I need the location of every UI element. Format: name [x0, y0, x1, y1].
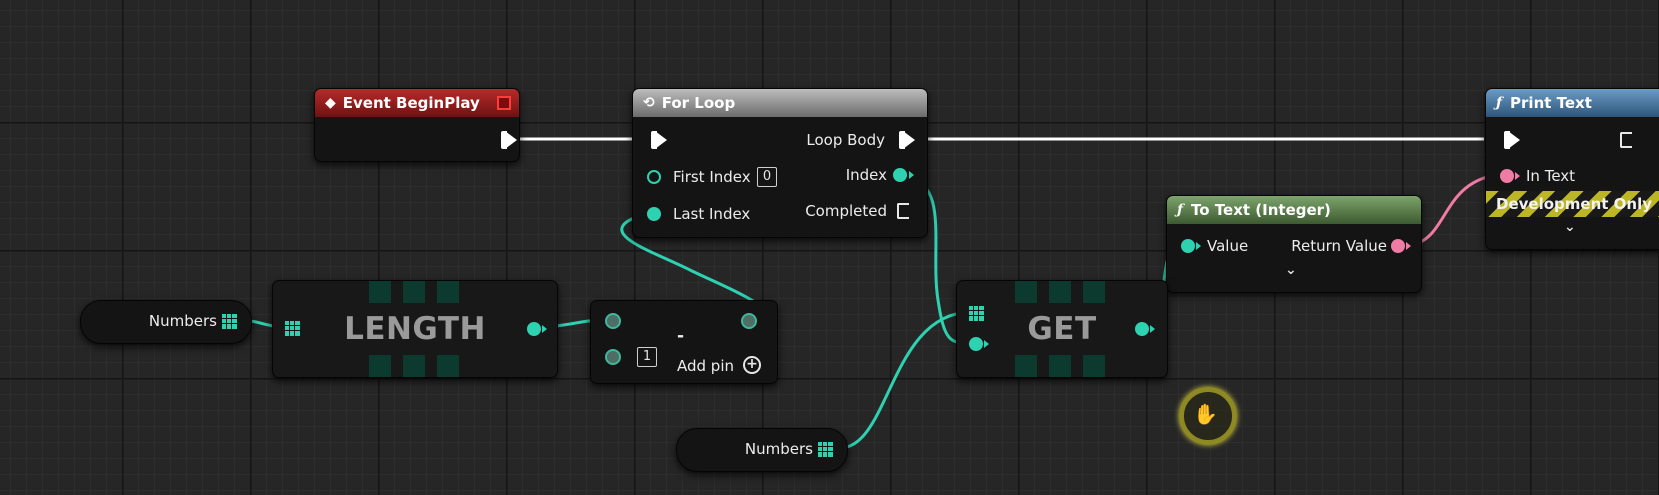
loop-body-label: Loop Body — [806, 131, 885, 149]
value-pin-arrow — [1196, 242, 1201, 250]
in-text-label: In Text — [1526, 167, 1576, 185]
index-pin[interactable] — [893, 168, 907, 182]
hand-cursor-icon: ✋ — [1193, 402, 1218, 426]
numbers-variable-label: Numbers — [148, 312, 217, 330]
development-only-label: Development Only — [1496, 195, 1652, 213]
to-text-title: To Text (Integer) — [1191, 201, 1331, 219]
function-f-icon: ƒ — [1496, 95, 1503, 111]
subtract-a-pin[interactable] — [605, 313, 621, 329]
plus-circle-icon[interactable]: + — [743, 356, 761, 374]
subtract-node[interactable]: - 1 Add pin + — [590, 300, 778, 384]
diamond-event-icon: ◆ — [325, 95, 336, 111]
length-node[interactable]: LENGTH — [272, 280, 558, 378]
for-loop-exec-in-pin[interactable] — [651, 131, 667, 149]
length-out-pin-arrow — [542, 325, 547, 333]
loop-macro-icon: ⟲ — [643, 95, 655, 111]
add-pin-label[interactable]: Add pin — [677, 357, 734, 375]
event-beginplay-title: Event BeginPlay — [342, 94, 480, 112]
print-text-header[interactable]: ƒ Print Text — [1486, 89, 1659, 117]
subtract-b-pin[interactable] — [605, 349, 621, 365]
numbers-variable-label: Numbers — [744, 440, 813, 458]
for-loop-title: For Loop — [661, 94, 736, 112]
numbers-variable-node-bottom[interactable]: Numbers — [676, 428, 848, 472]
loop-body-exec-pin[interactable] — [899, 131, 915, 149]
subtract-operator-label: - — [677, 326, 685, 346]
get-out-pin-arrow — [1150, 325, 1155, 333]
get-index-in-pin[interactable] — [969, 337, 983, 351]
return-value-pin[interactable] — [1391, 239, 1405, 253]
function-f-icon: ƒ — [1177, 202, 1184, 218]
for-loop-header[interactable]: ⟲ For Loop — [633, 89, 927, 117]
event-beginplay-header[interactable]: ◆ Event BeginPlay — [315, 89, 519, 117]
array-grid-icon[interactable] — [818, 442, 833, 457]
index-label: Index — [845, 166, 887, 184]
array-grid-icon[interactable] — [222, 314, 237, 329]
index-pin-arrow — [909, 171, 914, 179]
last-index-pin[interactable] — [647, 207, 661, 221]
get-out-pin[interactable] — [1135, 322, 1149, 336]
subtract-out-pin[interactable] — [741, 313, 757, 329]
get-node[interactable]: GET — [956, 280, 1168, 378]
first-index-label: First Index — [673, 168, 751, 186]
value-label: Value — [1207, 237, 1249, 255]
numbers-variable-node-top[interactable]: Numbers — [80, 300, 252, 344]
chevron-down-icon[interactable]: ⌄ — [1564, 219, 1576, 235]
in-text-pin-arrow — [1515, 172, 1520, 180]
completed-exec-pin[interactable] — [897, 203, 909, 219]
get-array-in-pin[interactable] — [969, 306, 984, 321]
completed-label: Completed — [805, 202, 887, 220]
event-beginplay-node[interactable]: ◆ Event BeginPlay — [314, 88, 520, 162]
return-value-pin-arrow — [1406, 242, 1411, 250]
length-out-pin[interactable] — [527, 322, 541, 336]
length-array-in-pin[interactable] — [285, 321, 300, 336]
length-label: LENGTH — [344, 311, 486, 347]
value-pin[interactable] — [1181, 239, 1195, 253]
first-index-value-field[interactable]: 0 — [757, 167, 777, 187]
chevron-down-icon[interactable]: ⌄ — [1285, 262, 1297, 278]
for-loop-node[interactable]: ⟲ For Loop Loop Body First Index 0 Index… — [632, 88, 928, 238]
last-index-label: Last Index — [673, 205, 751, 223]
print-text-title: Print Text — [1510, 94, 1592, 112]
subtract-b-value-field[interactable]: 1 — [637, 347, 657, 367]
print-text-exec-in-pin[interactable] — [1504, 131, 1520, 149]
event-beginplay-exec-out-pin[interactable] — [501, 131, 517, 149]
get-index-in-arrow — [984, 340, 989, 348]
wire-numbers-to-get-array — [839, 310, 973, 450]
return-value-label: Return Value — [1291, 237, 1387, 255]
first-index-pin[interactable] — [647, 170, 661, 184]
event-dispatch-square-icon — [497, 96, 511, 110]
in-text-pin[interactable] — [1500, 169, 1514, 183]
to-text-header[interactable]: ƒ To Text (Integer) — [1167, 196, 1421, 224]
print-text-node[interactable]: ƒ Print Text In Text Development Only ⌄ — [1485, 88, 1659, 250]
to-text-integer-node[interactable]: ƒ To Text (Integer) Value Return Value ⌄ — [1166, 195, 1422, 293]
print-text-exec-out-pin[interactable] — [1620, 132, 1632, 148]
